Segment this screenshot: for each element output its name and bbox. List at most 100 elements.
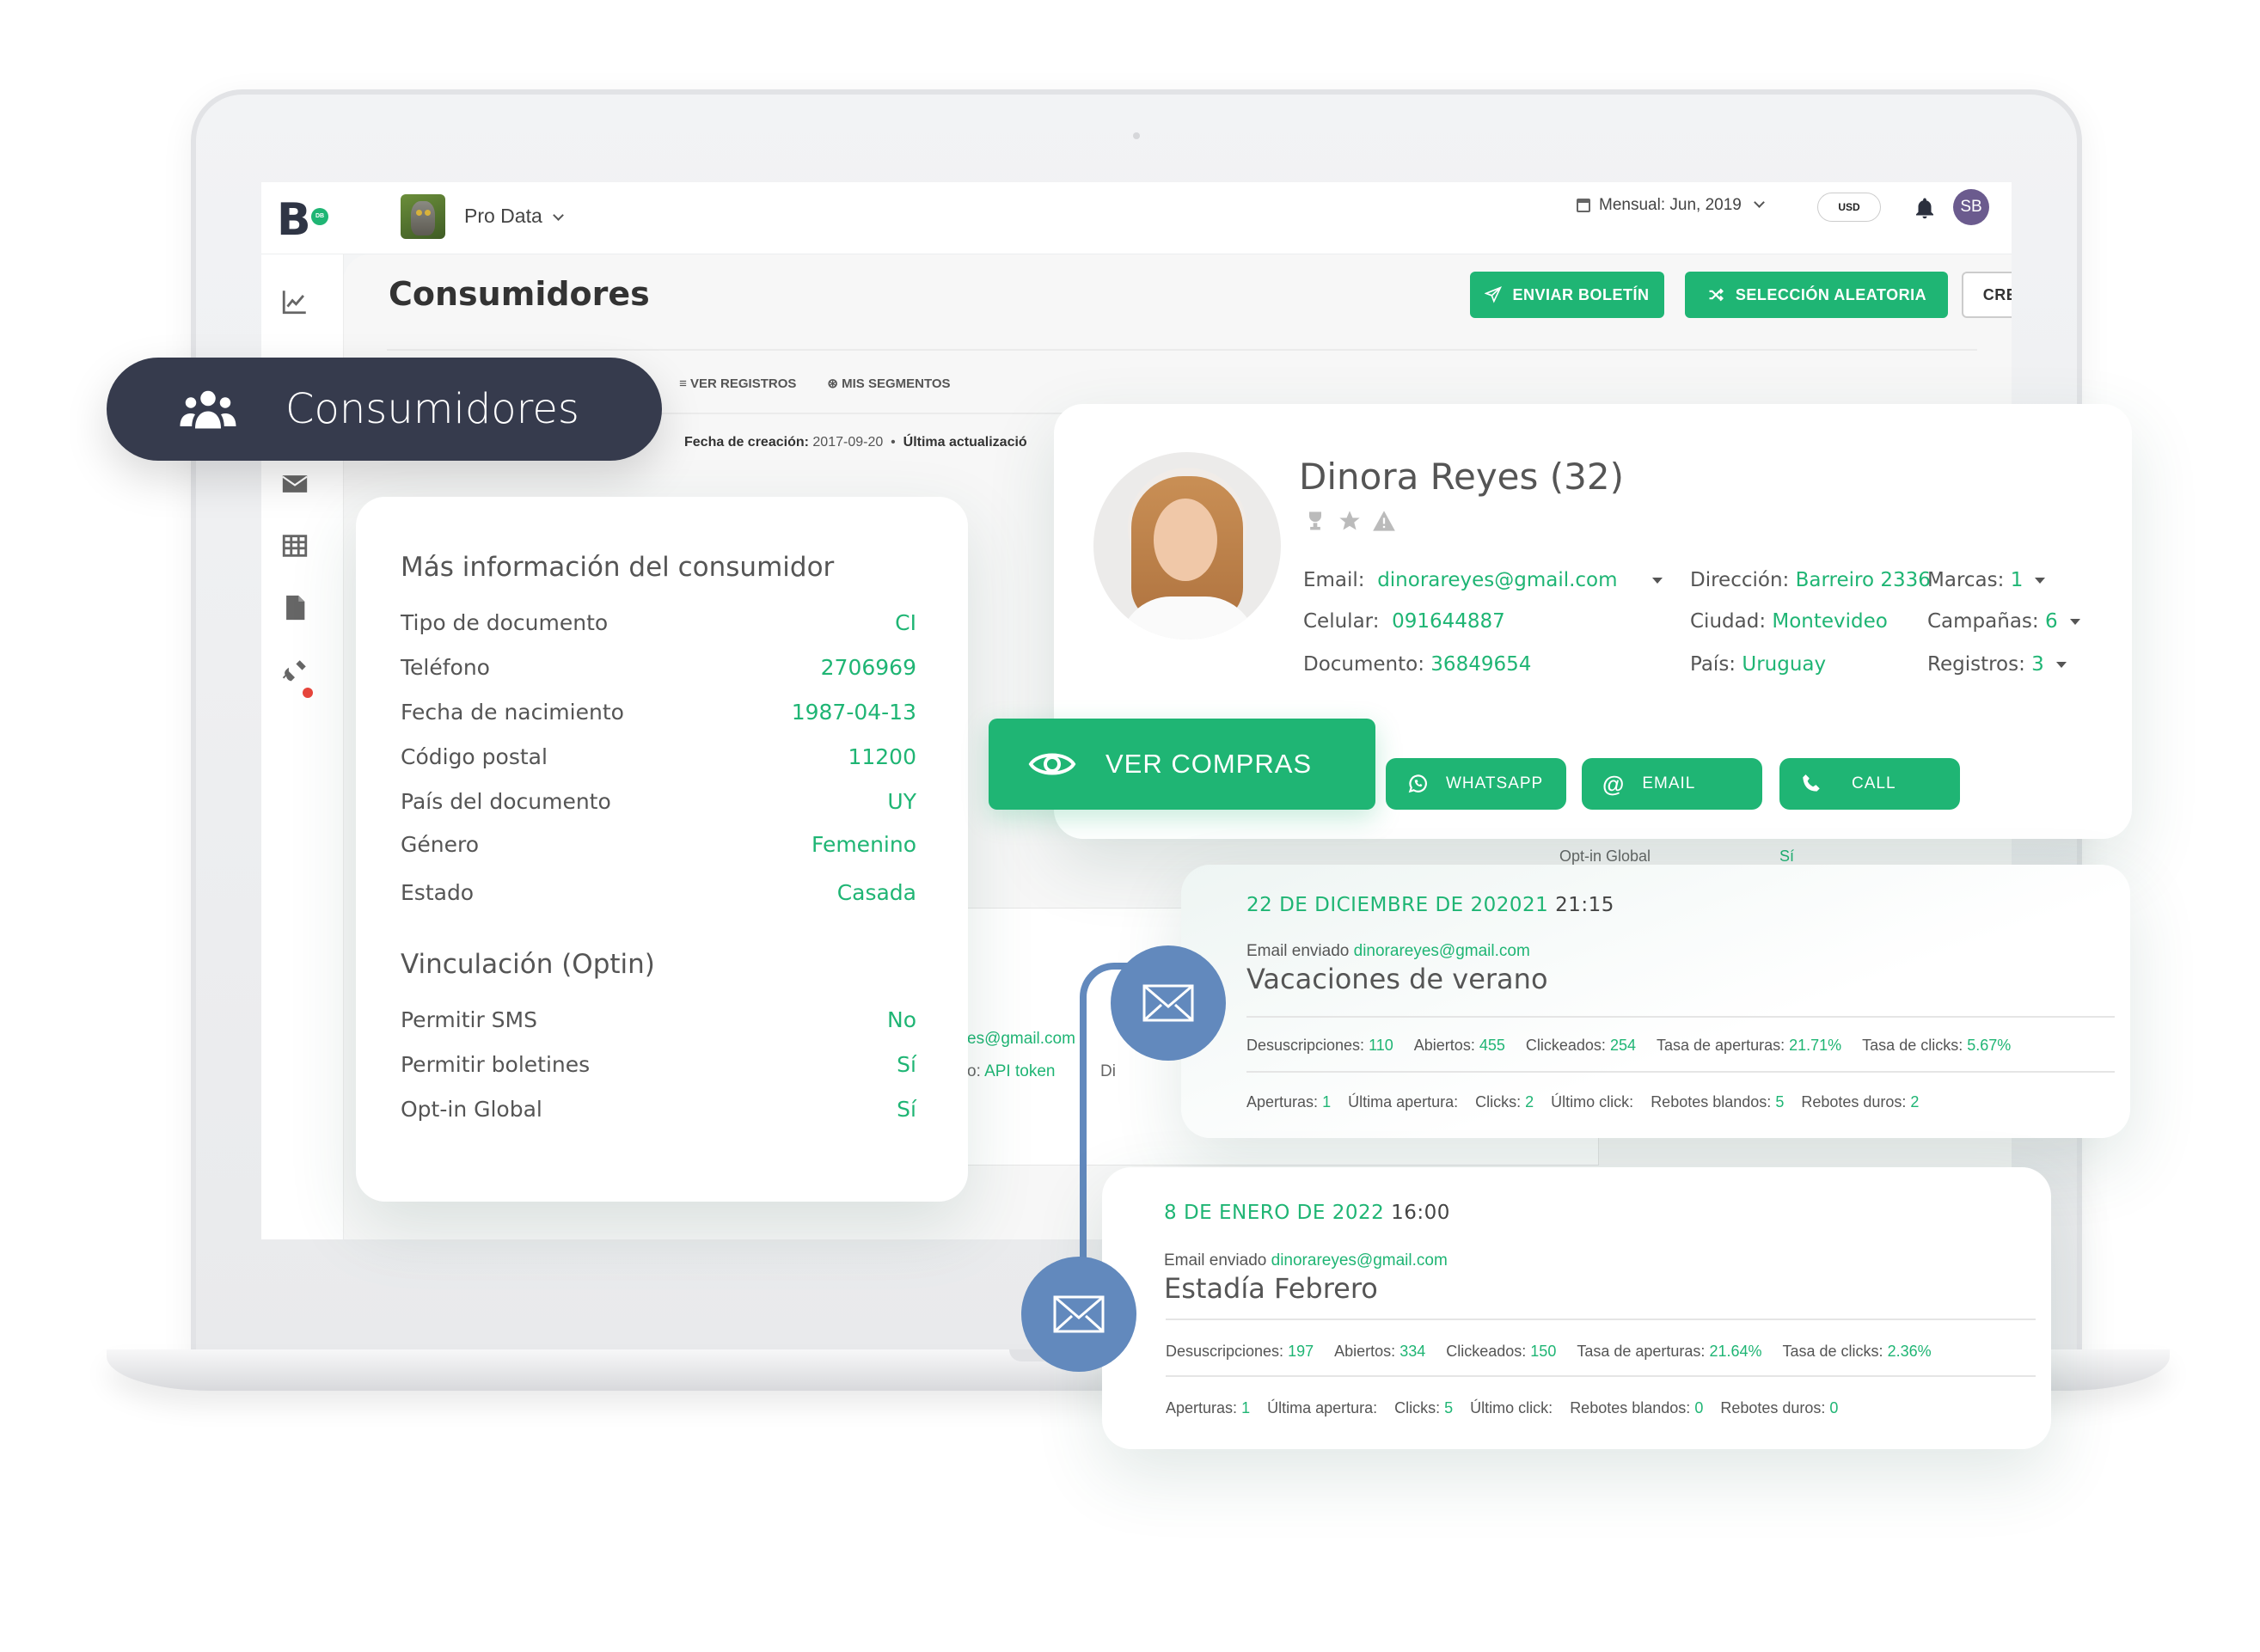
email-stats-row: Desuscripciones: 110 Abiertos: 455 Click… xyxy=(1246,1037,2012,1054)
divider xyxy=(1166,1319,2036,1320)
divider xyxy=(1246,1071,2115,1073)
seleccion-aleatoria-button[interactable]: SELECCIÓN ALEATORIA xyxy=(1685,272,1948,318)
consumer-info-card: Más información del consumidor Tipo de d… xyxy=(356,497,968,1202)
brand-name: Pro Data xyxy=(464,205,542,227)
ver-compras-button[interactable]: VER COMPRAS xyxy=(989,719,1375,810)
tab-label: VER REGISTROS xyxy=(690,376,797,391)
caret-down-icon xyxy=(1651,578,1663,584)
trophy-icon xyxy=(1309,511,1321,530)
table-icon[interactable] xyxy=(280,531,309,560)
file-icon[interactable] xyxy=(280,593,309,622)
segments-icon: ⊛ xyxy=(827,376,838,391)
optin-row: Permitir boletines Sí xyxy=(401,1052,916,1077)
info-row: Tipo de documento CI xyxy=(401,610,916,635)
alert-dot xyxy=(303,688,313,698)
plug-icon[interactable] xyxy=(280,657,309,686)
at-icon: @ xyxy=(1602,770,1626,797)
calendar-icon xyxy=(1577,199,1590,212)
whatsapp-button[interactable]: WHATSAPP xyxy=(1386,758,1566,810)
info-row: Género Femenino xyxy=(401,832,916,857)
currency-button[interactable]: USD xyxy=(1817,193,1881,222)
whatsapp-icon xyxy=(1408,774,1427,793)
logo-badge: DB xyxy=(311,208,328,225)
email-date: 22 DE DICIEMBRE DE 202021 21:15 xyxy=(1246,894,1614,916)
bg-disp-fragment: Di xyxy=(1100,1062,1116,1080)
eye-icon xyxy=(1028,753,1076,775)
chart-line-icon[interactable] xyxy=(280,287,309,316)
celular-field: Celular: 091644887 xyxy=(1303,610,1505,633)
pais-field: País: Uruguay xyxy=(1690,653,1827,676)
period-selector[interactable]: Mensual: Jun, 2019 xyxy=(1577,196,1765,215)
caret-down-icon xyxy=(2055,662,2067,668)
profile-name: Dinora Reyes (32) xyxy=(1299,456,1624,498)
shuffle-icon xyxy=(1709,288,1724,302)
email-stats-row: Aperturas: 1 Última apertura: Clicks: 2 … xyxy=(1246,1093,1920,1111)
info-row: Fecha de nacimiento 1987-04-13 xyxy=(401,700,916,725)
divider xyxy=(1166,1375,2036,1377)
brand-avatar[interactable] xyxy=(401,194,445,239)
marcas-dropdown[interactable]: Marcas: 1 xyxy=(1927,569,2046,591)
envelope-icon[interactable] xyxy=(280,469,309,499)
documento-field: Documento: 36849654 xyxy=(1303,653,1532,676)
bg-email-fragment: es@gmail.com xyxy=(967,1030,1075,1048)
info-row: Código postal 11200 xyxy=(401,744,916,769)
enviar-boletin-button[interactable]: ENVIAR BOLETÍN xyxy=(1470,272,1664,318)
divider xyxy=(387,349,1977,351)
email-stats-row: Aperturas: 1 Última apertura: Clicks: 5 … xyxy=(1166,1399,1839,1416)
crear-reporte-button[interactable]: CREAR REPORTE xyxy=(1962,272,2012,318)
timeline-mail-node xyxy=(1021,1257,1136,1372)
page-title: Consumidores xyxy=(389,275,650,313)
info-row: Teléfono 2706969 xyxy=(401,655,916,680)
chevron-down-icon xyxy=(552,210,564,221)
app-logo[interactable]: B xyxy=(277,198,311,242)
optin-row: Opt-in Global Sí xyxy=(401,1097,916,1122)
brand-selector[interactable]: Pro Data xyxy=(464,205,564,228)
info-row: País del documento UY xyxy=(401,789,916,814)
email-history-card[interactable]: 22 DE DICIEMBRE DE 202021 21:15 Email en… xyxy=(1181,865,2130,1138)
info-card-title: Más información del consumidor xyxy=(401,552,835,583)
profile-badges xyxy=(1303,509,1396,533)
timeline-line xyxy=(1080,1002,1087,1286)
laptop-camera xyxy=(1133,132,1140,139)
tab-label: MIS SEGMENTOS xyxy=(842,376,951,391)
timeline-mail-node xyxy=(1111,945,1226,1061)
users-icon xyxy=(180,390,236,429)
optin-title: Vinculación (Optin) xyxy=(401,949,655,980)
ciudad-field: Ciudad: Montevideo xyxy=(1690,610,1888,633)
call-button[interactable]: CALL xyxy=(1779,758,1960,810)
profile-photo xyxy=(1093,452,1281,639)
registros-dropdown[interactable]: Registros: 3 xyxy=(1927,653,2067,676)
email-label: EMAIL xyxy=(1642,774,1696,792)
seleccion-aleatoria-label: SELECCIÓN ALEATORIA xyxy=(1735,285,1927,303)
star-icon xyxy=(1339,511,1360,530)
info-row: Estado Casada xyxy=(401,880,916,905)
campanas-dropdown[interactable]: Campañas: 6 xyxy=(1927,610,2080,633)
email-history-card[interactable]: 8 DE ENERO DE 2022 16:00 Email enviado d… xyxy=(1102,1167,2051,1449)
paper-plane-icon xyxy=(1485,286,1503,303)
bell-icon[interactable] xyxy=(1912,196,1938,222)
whatsapp-label: WHATSAPP xyxy=(1446,774,1544,792)
user-avatar[interactable]: SB xyxy=(1953,189,1989,225)
top-bar: B DB Pro Data Mensual: Jun, 2019 USD SB xyxy=(261,182,2012,254)
tab-ver-registros[interactable]: ≡ VER REGISTROS xyxy=(679,376,796,391)
phone-icon xyxy=(1803,774,1820,792)
warning-icon xyxy=(1373,511,1395,531)
pill-label: Consumidores xyxy=(285,385,579,433)
created-label: Fecha de creación: xyxy=(684,435,809,450)
email-sent-line: Email enviado dinorareyes@gmail.com xyxy=(1164,1251,1448,1270)
call-label: CALL xyxy=(1852,774,1896,792)
caret-down-icon xyxy=(2069,619,2080,625)
enviar-boletin-label: ENVIAR BOLETÍN xyxy=(1512,285,1650,303)
caret-down-icon xyxy=(2035,578,2046,584)
email-field[interactable]: Email: dinorareyes@gmail.com xyxy=(1303,569,1663,591)
email-stats-row: Desuscripciones: 197 Abiertos: 334 Click… xyxy=(1166,1343,1932,1360)
chevron-down-icon xyxy=(1753,196,1765,208)
consumidores-pill[interactable]: Consumidores xyxy=(107,358,662,461)
email-subject: Estadía Febrero xyxy=(1164,1272,1378,1305)
bg-origin-fragment: o: API token xyxy=(967,1062,1056,1080)
bg-optin-label: Opt-in Global xyxy=(1559,847,1651,865)
email-button[interactable]: @ EMAIL xyxy=(1582,758,1762,810)
email-subject: Vacaciones de verano xyxy=(1246,963,1548,995)
tab-mis-segmentos[interactable]: ⊛ MIS SEGMENTOS xyxy=(827,376,950,391)
bg-optin-value: Sí xyxy=(1779,847,1795,865)
